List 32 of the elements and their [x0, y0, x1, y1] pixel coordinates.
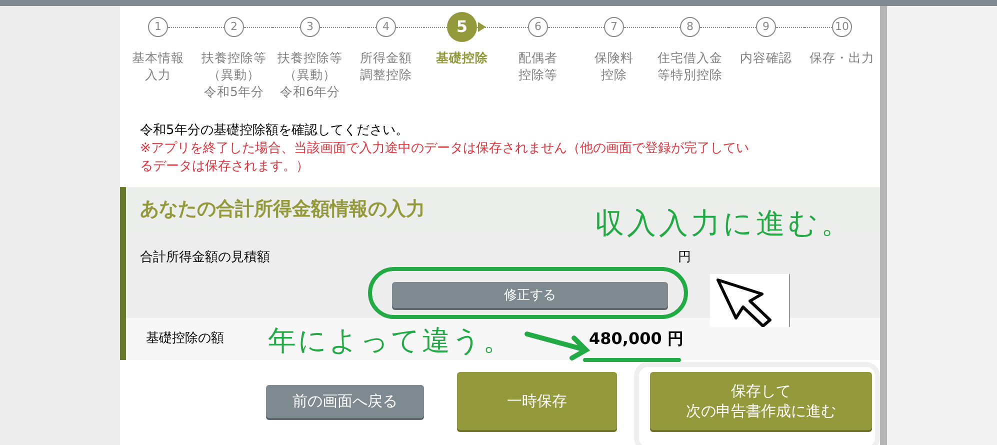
- step-label: 配偶者: [518, 49, 558, 66]
- save-button[interactable]: 保存して 次の申告書作成に進む: [650, 372, 872, 430]
- back-button[interactable]: 前の画面へ戻る: [266, 384, 424, 418]
- annotation-text: 年によって違う。: [268, 323, 513, 359]
- warning-text: ※アプリを終了した場合、当該画面で入力途中のデータは保存されません（他の画面で登録が完了しているデータは保存されます。）: [140, 140, 750, 176]
- step-label: 令和5年分: [204, 83, 264, 100]
- step-label: 基本情報: [132, 49, 184, 66]
- save-button[interactable]: 一時保存: [457, 372, 617, 430]
- step-label: 控除: [601, 66, 627, 83]
- step-label: 住宅借入金: [658, 49, 722, 66]
- field-label: 基礎控除の額: [146, 330, 224, 348]
- step-label: 扶養控除等: [202, 49, 266, 66]
- step-label: 等特別控除: [658, 66, 722, 83]
- step-label: 基礎控除: [436, 49, 488, 66]
- edit-button[interactable]: 修正する: [392, 282, 668, 308]
- step-label: 所得金額: [360, 49, 412, 66]
- step-label: 入力: [145, 66, 171, 83]
- deduction-amount: 480,000 円: [589, 328, 684, 350]
- notice-text: 令和5年分の基礎控除額を確認してください。: [140, 122, 410, 140]
- step-label: 扶養控除等: [278, 49, 342, 66]
- step-label: 控除等: [518, 66, 558, 83]
- field-label: 合計所得金額の見積額: [140, 249, 270, 267]
- step-label: （異動）: [284, 66, 336, 83]
- step-label: 内容確認: [740, 49, 792, 66]
- unit-text: 円: [678, 249, 691, 267]
- step-label: 令和6年分: [280, 83, 340, 100]
- step-label: 保存・出力: [810, 49, 874, 66]
- annotation-text: 収入入力に進む。: [595, 205, 853, 242]
- step-label: （異動）: [208, 66, 260, 83]
- step-label: 調整控除: [360, 66, 412, 83]
- step-label: 保険料: [594, 49, 634, 66]
- triangle-icon: [478, 22, 486, 32]
